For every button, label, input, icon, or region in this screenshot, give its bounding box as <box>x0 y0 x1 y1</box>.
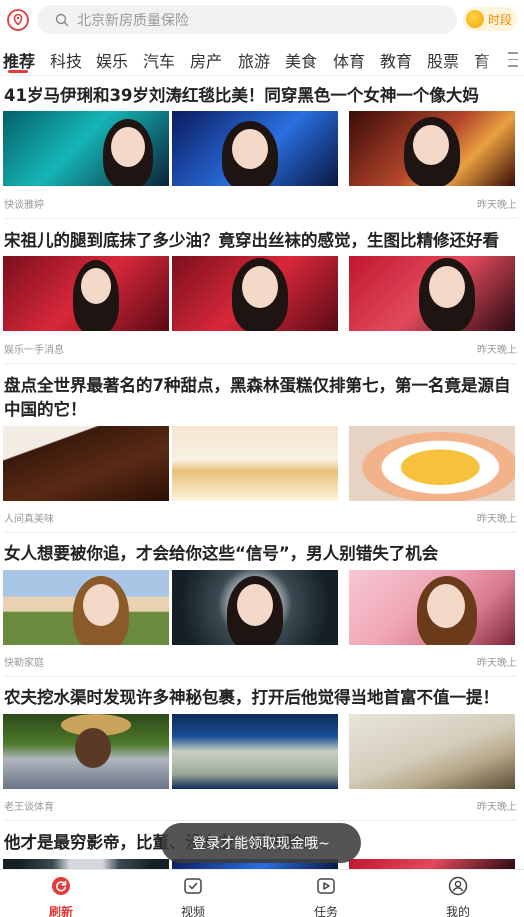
video-icon <box>184 878 202 894</box>
article-images[interactable] <box>3 256 518 331</box>
nav-profile[interactable]: 我的 <box>428 876 488 917</box>
divider <box>4 676 517 677</box>
article-images[interactable] <box>3 426 518 501</box>
task-icon <box>317 878 335 894</box>
divider <box>4 363 517 364</box>
article-meta: 娱乐一手消息 昨天晚上 <box>4 341 517 356</box>
nav-video[interactable]: 视频 <box>163 876 223 917</box>
article-meta: 老王谈体育 昨天晚上 <box>4 798 517 813</box>
article-thumbnail[interactable] <box>172 714 338 789</box>
article-thumbnail[interactable] <box>3 570 169 645</box>
nav-label: 我的 <box>445 905 470 917</box>
tab-sports[interactable]: 体育 <box>333 48 365 72</box>
tab-travel[interactable]: 旅游 <box>238 48 270 72</box>
login-toast: 登录才能领取现金哦~ <box>161 823 361 863</box>
profile-icon <box>448 876 468 896</box>
article-title[interactable]: 41岁马伊琍和39岁刘涛红毯比美！同穿黑色一个女神一个像大妈 <box>4 84 519 108</box>
article-title[interactable]: 宋祖儿的腿到底抹了多少油？竟穿出丝袜的感觉，生图比精修还好看 <box>4 229 519 253</box>
article-images[interactable] <box>3 570 518 645</box>
article-thumbnail[interactable] <box>3 859 169 869</box>
article-thumbnail[interactable] <box>3 426 169 501</box>
article-time: 昨天晚上 <box>477 802 517 813</box>
bottom-nav: 刷新 视频 任务 我的 <box>0 869 524 917</box>
divider <box>4 820 517 821</box>
article-thumbnail[interactable] <box>172 570 338 645</box>
article-meta: 人间真美味 昨天晚上 <box>4 510 517 525</box>
search-bar[interactable]: 北京新房质量保险 <box>37 5 457 34</box>
article-thumbnail[interactable] <box>3 714 169 789</box>
article-thumbnail[interactable] <box>172 426 338 501</box>
top-bar: 北京新房质量保险 时段 <box>0 0 524 40</box>
article-thumbnail[interactable] <box>349 859 515 869</box>
reward-label: 时段 <box>488 12 513 27</box>
article-thumbnail[interactable] <box>349 256 515 331</box>
search-icon <box>55 13 69 26</box>
article-time: 昨天晚上 <box>477 514 517 525</box>
nav-refresh[interactable]: 刷新 <box>31 876 91 917</box>
tab-entertainment[interactable]: 娱乐 <box>96 48 128 72</box>
article-time: 昨天晚上 <box>477 345 517 356</box>
search-placeholder: 北京新房质量保险 <box>77 12 189 29</box>
article-title[interactable]: 女人想要被你追，才会给你这些“信号”，男人别错失了机会 <box>4 542 519 566</box>
nav-label: 任务 <box>313 905 338 917</box>
nav-task[interactable]: 任务 <box>296 876 356 917</box>
article-source: 快谈雅婷 <box>4 200 44 211</box>
article-source: 娱乐一手消息 <box>4 345 64 356</box>
channel-menu-icon[interactable] <box>502 44 524 72</box>
nav-label: 视频 <box>180 905 205 917</box>
channel-tabs: 推荐 科技 娱乐 汽车 房产 旅游 美食 体育 教育 股票 育 <box>0 40 524 76</box>
tab-auto[interactable]: 汽车 <box>143 48 175 72</box>
active-tab-indicator <box>8 70 28 73</box>
article-thumbnail[interactable] <box>172 111 338 186</box>
reward-button[interactable]: 时段 <box>463 7 517 31</box>
article-images[interactable] <box>3 111 518 186</box>
article-thumbnail[interactable] <box>3 111 169 186</box>
article-title[interactable]: 盘点全世界最著名的7种甜点，黑森林蛋糕仅排第七，第一名竟是源自中国的它！ <box>4 374 519 422</box>
location-icon[interactable] <box>6 8 30 32</box>
article-meta: 快谈雅婷 昨天晚上 <box>4 196 517 211</box>
article-thumbnail[interactable] <box>349 714 515 789</box>
refresh-icon <box>52 877 70 895</box>
article-images[interactable] <box>3 714 518 789</box>
article-source: 快勒家庭 <box>4 658 44 669</box>
tab-recommend[interactable]: 推荐 <box>3 48 35 72</box>
article-title[interactable]: 农夫挖水渠时发现许多神秘包裹，打开后他觉得当地首富不值一提！ <box>4 686 519 710</box>
article-meta: 快勒家庭 昨天晚上 <box>4 654 517 669</box>
tab-realestate[interactable]: 房产 <box>190 48 222 72</box>
coin-icon <box>466 10 484 28</box>
tab-stocks[interactable]: 股票 <box>427 48 459 72</box>
tab-education[interactable]: 教育 <box>380 48 412 72</box>
tab-tech[interactable]: 科技 <box>50 48 82 72</box>
article-source: 老王谈体育 <box>4 802 54 813</box>
article-thumbnail[interactable] <box>3 256 169 331</box>
nav-label: 刷新 <box>48 905 73 917</box>
divider <box>4 218 517 219</box>
tab-food[interactable]: 美食 <box>285 48 317 72</box>
article-time: 昨天晚上 <box>477 200 517 211</box>
article-thumbnail[interactable] <box>349 426 515 501</box>
article-time: 昨天晚上 <box>477 658 517 669</box>
article-thumbnail[interactable] <box>349 111 515 186</box>
article-source: 人间真美味 <box>4 514 54 525</box>
article-thumbnail[interactable] <box>349 570 515 645</box>
article-thumbnail[interactable] <box>172 256 338 331</box>
divider <box>4 532 517 533</box>
